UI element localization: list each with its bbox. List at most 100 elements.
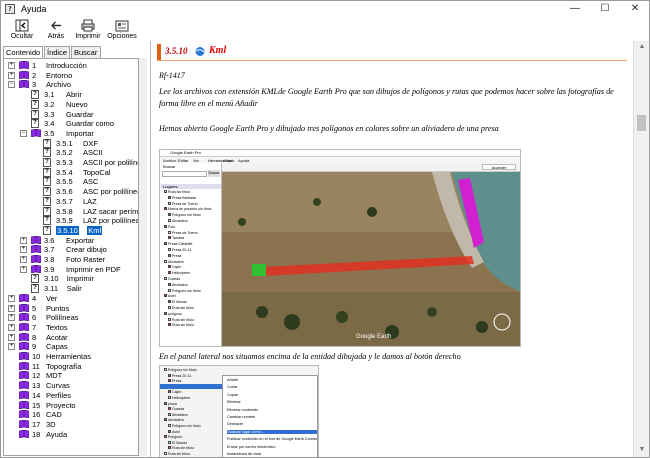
scroll-thumb[interactable]	[637, 115, 646, 131]
tree-item-label: ASCII por polilínea	[83, 158, 138, 167]
tree-item-number: 3.5.9	[56, 216, 73, 226]
tree-item[interactable]: +2 Entorno	[4, 70, 138, 80]
tree-item[interactable]: +3.6 Exportar	[4, 235, 138, 245]
contents-tree[interactable]: +1 Introducción +2 Entorno − 3 Archivo? 3.1 Abri…	[3, 58, 139, 456]
tree-item-label: Archivo	[46, 80, 72, 90]
tree-item[interactable]: ? 3.5.6 ASC por polilínea	[4, 187, 138, 197]
help-page-icon: ?	[43, 158, 51, 167]
ge-layer-checkbox	[164, 190, 167, 193]
tab-index[interactable]: Índice	[44, 46, 70, 58]
tree-item[interactable]: +8 Acotar	[4, 332, 138, 342]
print-label: Imprimir	[75, 33, 101, 40]
tree-item[interactable]: 13 Curvas	[4, 381, 138, 390]
tree-item-label: Importar	[66, 128, 94, 138]
ge-layer-checkbox	[168, 201, 171, 205]
book-icon	[19, 293, 29, 302]
expand-icon[interactable]: +	[8, 343, 15, 351]
tree-item[interactable]: ? 3.4 Guardar como	[4, 119, 138, 129]
options-button[interactable]: Opciones	[107, 19, 137, 40]
expand-icon[interactable]: +	[20, 265, 27, 273]
tree-item[interactable]: ? 3.5.3 ASCII por polilínea	[4, 158, 138, 167]
tree-item-label: Exportar	[66, 235, 95, 245]
tree-item-number: 3.8	[44, 255, 55, 264]
tree-item[interactable]: +3.8 Foto Raster	[4, 255, 138, 264]
maximize-button[interactable]: ☐	[591, 1, 619, 17]
ge-layer-label: Helicóptero	[172, 396, 191, 400]
tree-item[interactable]: ? 3.5.1 DXF	[4, 138, 138, 148]
scroll-up-icon[interactable]: ▲	[637, 43, 647, 50]
ge-login-button: Acceder	[482, 164, 516, 170]
expand-icon[interactable]: +	[8, 62, 15, 69]
tree-item[interactable]: +3.9 Imprimir en PDF	[4, 264, 138, 274]
tree-item[interactable]: ? 3.5.2 ASCII	[4, 148, 138, 158]
tree-item-number: 12	[32, 371, 41, 381]
tree-item[interactable]: +7 Textos	[4, 322, 138, 332]
expand-icon[interactable]: +	[8, 294, 15, 302]
scroll-down-icon[interactable]: ▼	[637, 446, 647, 453]
tree-item[interactable]: ? 3.11 Salir	[4, 284, 138, 294]
tree-item[interactable]: +5 Puntos	[4, 303, 138, 313]
print-button[interactable]: Imprimir	[73, 19, 103, 40]
collapse-icon[interactable]: −	[8, 81, 15, 89]
expand-icon[interactable]: +	[20, 256, 27, 263]
expand-icon[interactable]: +	[8, 304, 15, 312]
ge-layer-label: Aliviadero	[168, 418, 184, 423]
tree-item[interactable]: 16 CAD	[4, 410, 138, 420]
tree-item[interactable]: ? 3.5.10 Kml	[4, 225, 138, 235]
ge-layer-label: Presa Barbada	[172, 195, 196, 200]
tree-item-label: Kml	[87, 225, 103, 235]
ge-layer-label: Guarda	[172, 407, 184, 412]
tree-item[interactable]: +6 Polilíneas	[4, 313, 138, 322]
back-arrow-icon	[51, 21, 61, 30]
tree-item[interactable]: ? 3.10 Imprimir	[4, 274, 138, 284]
tree-item[interactable]: +4 Ver	[4, 293, 138, 303]
tree-item[interactable]: ? 3.2 Nuevo	[4, 99, 138, 109]
expand-icon[interactable]: +	[8, 71, 15, 79]
expand-icon[interactable]: +	[20, 236, 27, 244]
ge-layer-label: Aliviadero	[172, 412, 188, 417]
tree-item-number: 16	[32, 410, 41, 420]
back-button[interactable]: Atrás	[43, 19, 69, 40]
hide-button[interactable]: Ocultar	[7, 19, 37, 40]
expand-icon[interactable]: +	[20, 246, 27, 254]
content-scrollbar[interactable]: ▲ ▼	[633, 41, 649, 457]
ge-layer-checkbox	[168, 213, 171, 217]
ge-layer-label: polígono	[168, 311, 182, 316]
ge-layer-label: El Mundo	[172, 300, 188, 305]
tree-item[interactable]: 12 MDT	[4, 371, 138, 381]
collapse-icon[interactable]: −	[20, 129, 27, 137]
tree-item[interactable]: 15 Proyecto	[4, 400, 138, 410]
tree-item[interactable]: ? 3.1 Abrir	[4, 90, 138, 100]
expand-icon[interactable]: +	[8, 314, 15, 322]
ge-layer-checkbox	[164, 259, 167, 263]
tree-item[interactable]: ? 3.5.4 TopoCal	[4, 167, 138, 177]
tree-item[interactable]: ? 3.5.9 LAZ por polilínea	[4, 216, 138, 226]
expand-icon[interactable]: +	[8, 323, 15, 331]
expand-icon[interactable]: +	[8, 333, 15, 341]
tree-item[interactable]: 18 Ayuda	[4, 429, 138, 439]
tree-item[interactable]: +9 Capas	[4, 342, 138, 351]
tab-search[interactable]: Buscar	[71, 46, 101, 58]
paragraph-intro: Lee los archivos con extensión KMLde Goo…	[159, 87, 614, 108]
tree-item[interactable]: 17 3D	[4, 419, 138, 429]
ge-context-menu-item: Eliminar contenido	[227, 407, 259, 412]
tree-item[interactable]: ? 3.5.8 LAZ sacar perímetro	[4, 206, 138, 216]
ge-layer-checkbox	[168, 253, 171, 257]
tree-item[interactable]: 14 Perfiles	[4, 390, 138, 400]
hide-label: Ocultar	[10, 33, 34, 40]
tree-item[interactable]: +1 Introducción	[4, 61, 138, 70]
tree-item[interactable]: − 3 Archivo	[4, 80, 138, 90]
tree-item[interactable]: 11 Topografía	[4, 361, 138, 371]
minimize-button[interactable]: —	[561, 1, 589, 17]
tree-scrollbar[interactable]	[139, 58, 147, 456]
tree-item[interactable]: ? 3.5.7 LAZ	[4, 196, 138, 206]
tree-item-label: Herramientas	[46, 352, 92, 361]
help-page-icon: ?	[43, 216, 51, 226]
tree-item-number: 3.5.3	[56, 158, 73, 167]
close-button[interactable]: ✕	[621, 1, 649, 17]
tree-item[interactable]: 10 Herramientas	[4, 352, 138, 361]
tree-item[interactable]: ? 3.5.5 ASC	[4, 177, 138, 187]
tree-item[interactable]: +3.7 Crear dibujo	[4, 245, 138, 254]
tree-item[interactable]: ? 3.3 Guardar	[4, 109, 138, 119]
tree-item[interactable]: − 3.5 Importar	[4, 128, 138, 138]
